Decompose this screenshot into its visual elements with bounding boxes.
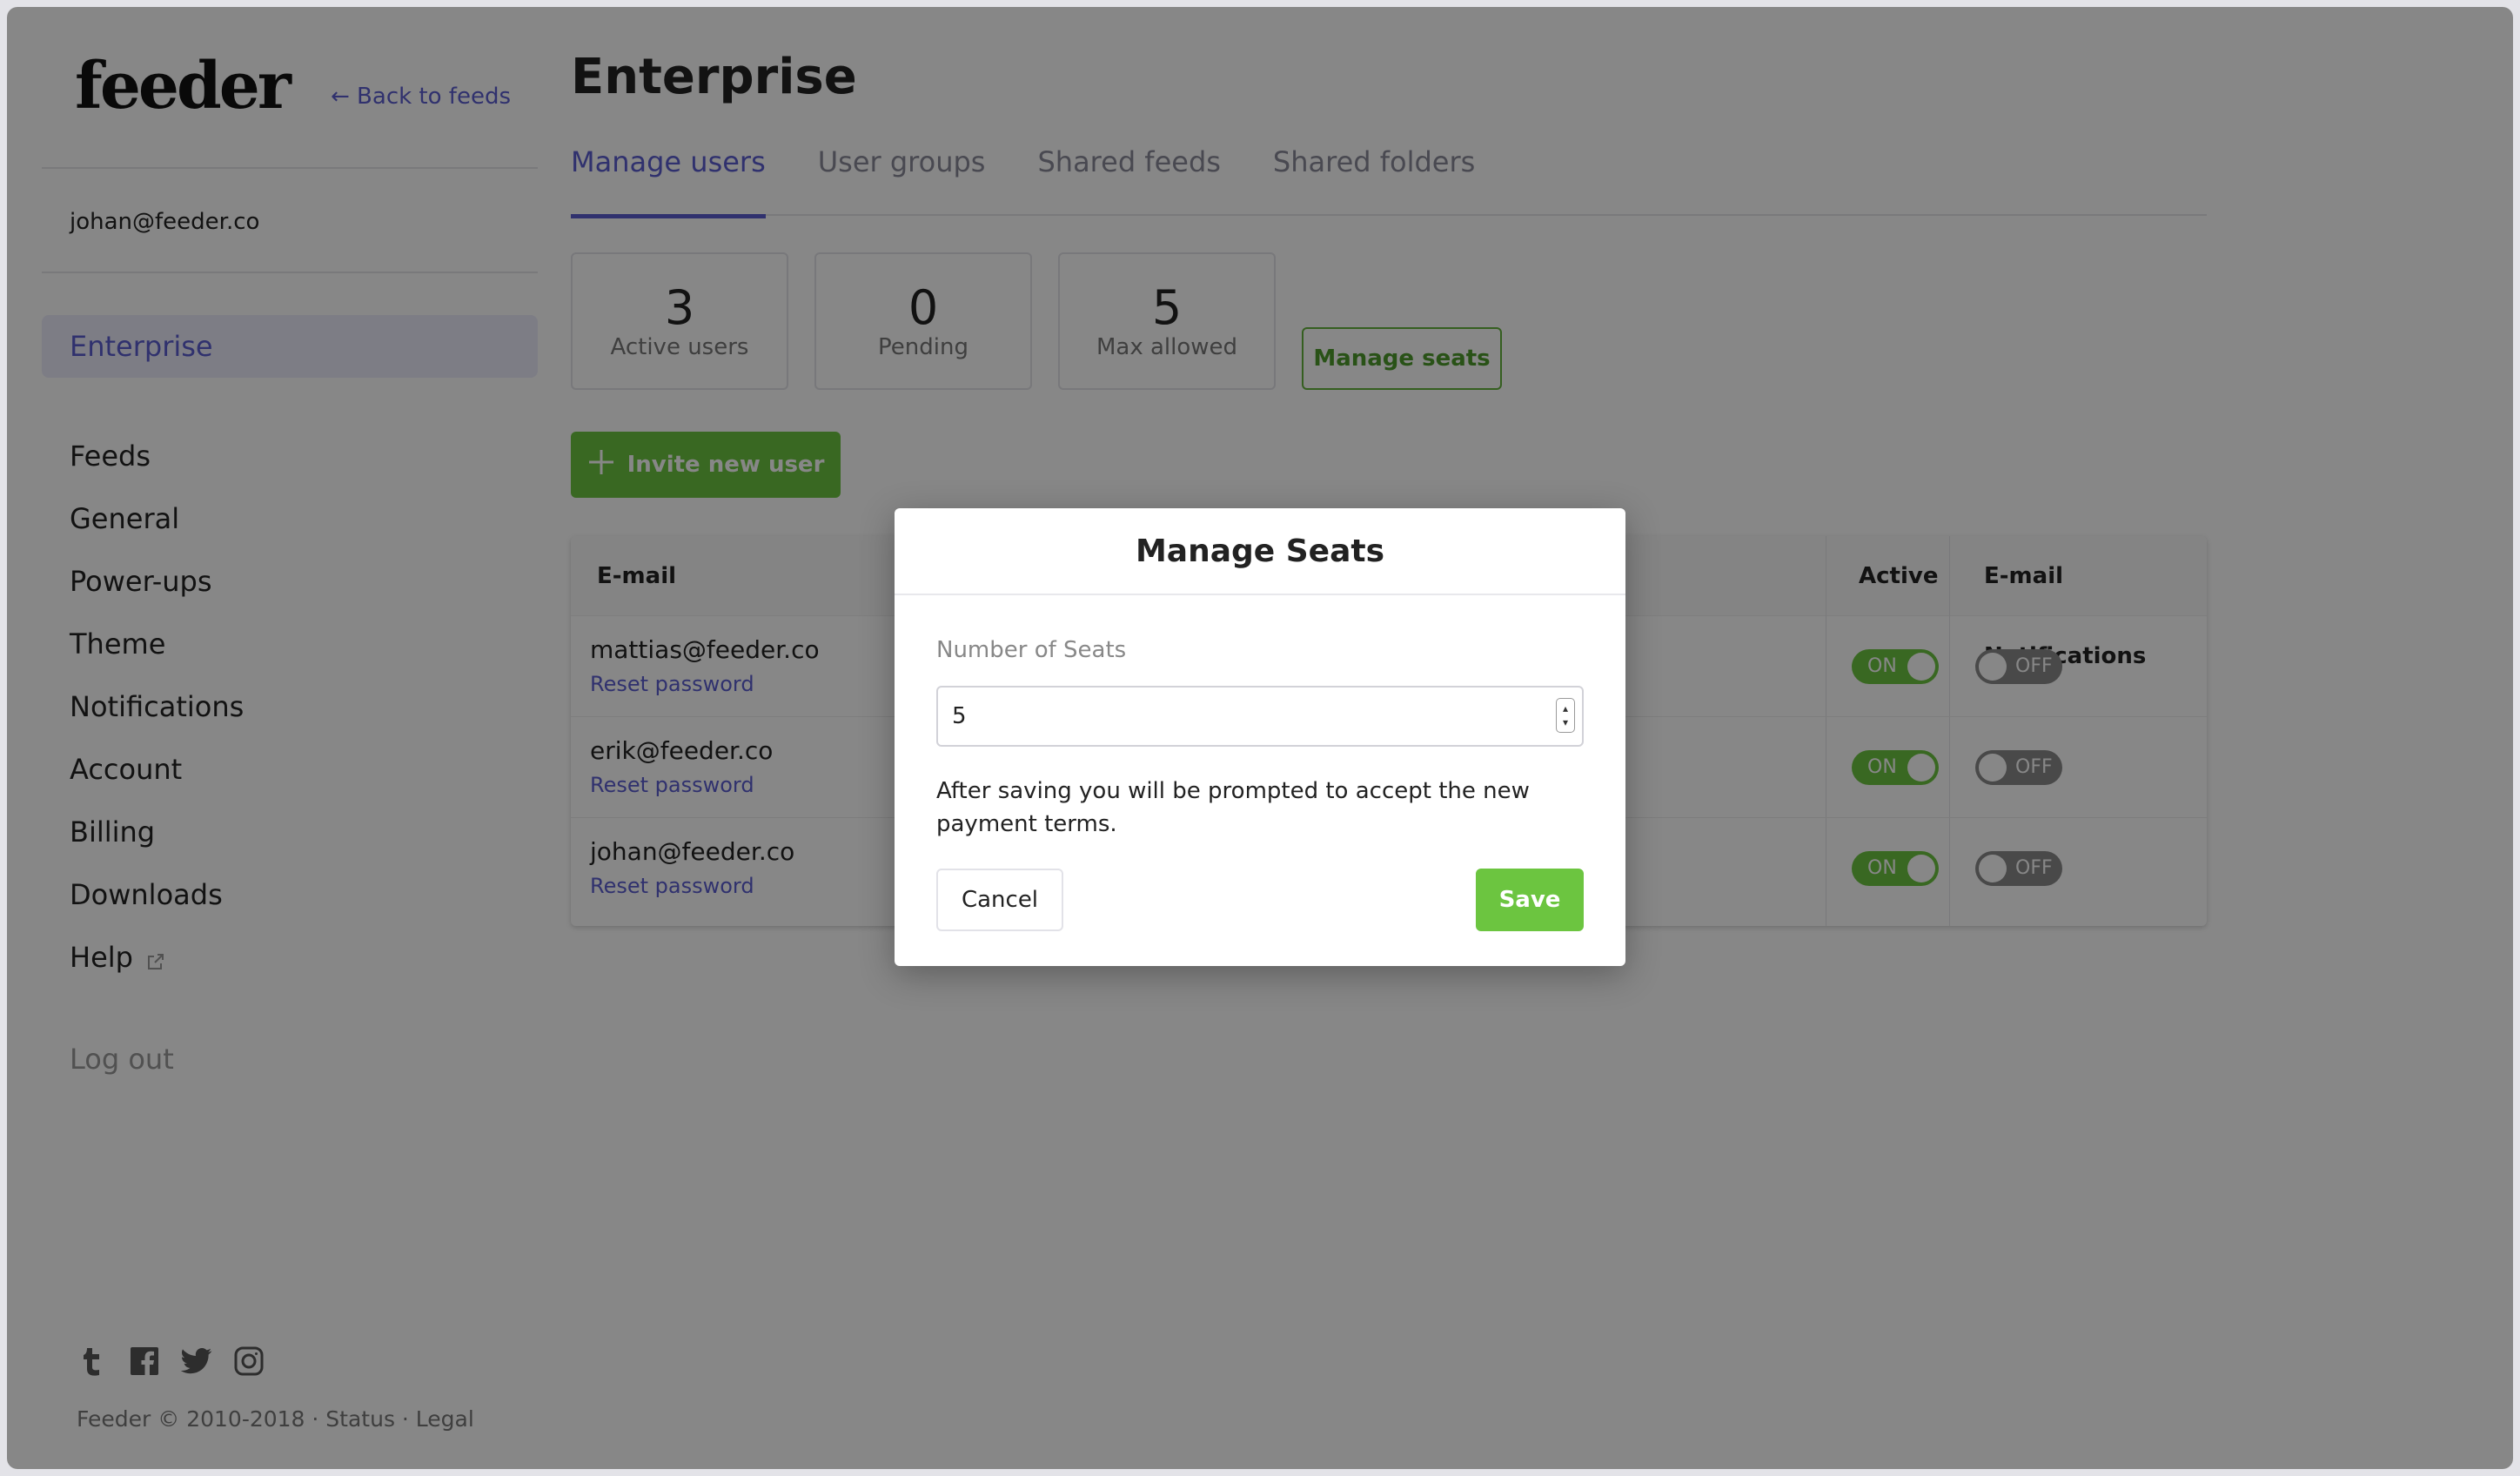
number-of-seats-label: Number of Seats — [936, 637, 1127, 663]
cancel-button[interactable]: Cancel — [936, 869, 1063, 931]
save-button[interactable]: Save — [1476, 869, 1584, 931]
modal-title: Manage Seats — [895, 508, 1625, 595]
number-stepper-icon[interactable]: ▴ ▾ — [1556, 698, 1575, 733]
payment-terms-message: After saving you will be prompted to acc… — [936, 778, 1530, 837]
number-of-seats-input[interactable] — [936, 686, 1584, 747]
manage-seats-modal: Manage Seats Number of Seats ▴▾ After sa… — [895, 508, 1625, 966]
app-window: feeder ← Back to feeds johan@feeder.co E… — [7, 7, 2513, 1469]
